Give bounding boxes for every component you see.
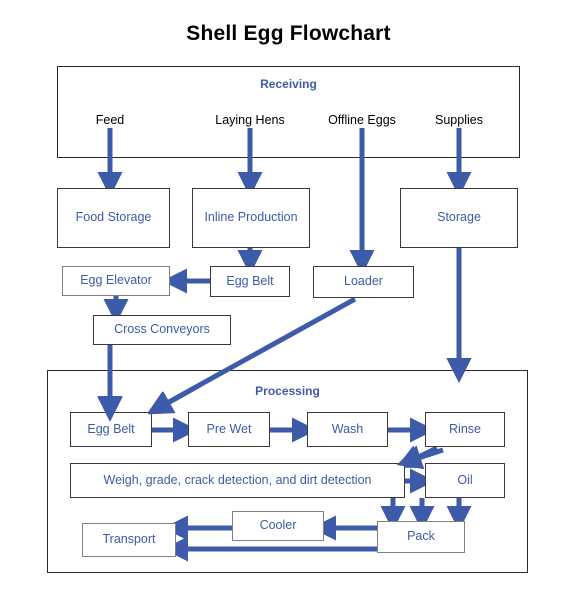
node-egg-belt-processing[interactable]: Egg Belt <box>70 412 152 447</box>
node-wash[interactable]: Wash <box>307 412 388 447</box>
flowchart-canvas: Shell Egg Flowchart Receiving Feed Layin… <box>0 0 577 600</box>
node-loader[interactable]: Loader <box>313 266 414 298</box>
node-pack[interactable]: Pack <box>377 521 465 553</box>
node-weigh-grade[interactable]: Weigh, grade, crack detection, and dirt … <box>70 463 405 498</box>
receiving-input-laying-hens: Laying Hens <box>215 113 285 127</box>
receiving-input-feed: Feed <box>95 113 125 127</box>
node-pre-wet[interactable]: Pre Wet <box>188 412 270 447</box>
receiving-input-offline-eggs: Offline Eggs <box>328 113 396 127</box>
node-cooler[interactable]: Cooler <box>232 511 324 541</box>
node-egg-elevator[interactable]: Egg Elevator <box>62 266 170 296</box>
page-title: Shell Egg Flowchart <box>186 22 391 45</box>
group-processing-label: Processing <box>255 384 320 398</box>
node-storage[interactable]: Storage <box>400 188 518 248</box>
node-egg-belt-upper[interactable]: Egg Belt <box>210 266 290 297</box>
receiving-input-supplies: Supplies <box>435 113 483 127</box>
group-receiving: Receiving <box>57 66 520 158</box>
node-oil[interactable]: Oil <box>425 463 505 498</box>
node-transport[interactable]: Transport <box>82 523 176 557</box>
node-cross-conveyors[interactable]: Cross Conveyors <box>93 315 231 345</box>
node-food-storage[interactable]: Food Storage <box>57 188 170 248</box>
node-inline-production[interactable]: Inline Production <box>192 188 310 248</box>
node-rinse[interactable]: Rinse <box>425 412 505 447</box>
group-receiving-label: Receiving <box>260 77 317 91</box>
